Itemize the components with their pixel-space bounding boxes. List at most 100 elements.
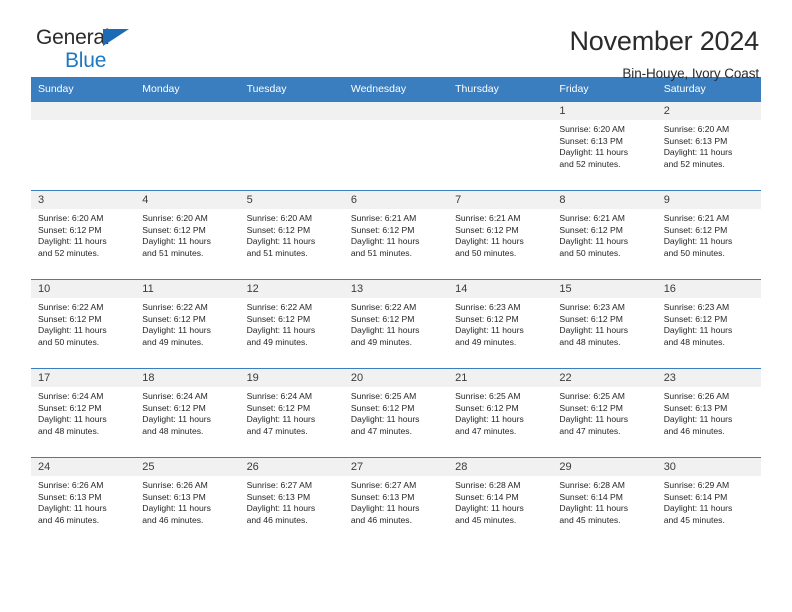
- daylight-duration: and 45 minutes.: [559, 515, 621, 526]
- daylight-duration: Daylight: 11 hours: [559, 147, 629, 158]
- day-details: Sunrise: 6:25 AM Sunset: 6:12 PM Daylight:…: [552, 387, 656, 438]
- calendar-day-cell[interactable]: 5 Sunrise: 6:20 AM Sunset: 6:12 PM Daylight…: [239, 190, 344, 280]
- daylight-duration: and 47 minutes.: [350, 426, 412, 437]
- calendar-day-cell[interactable]: 7 Sunrise: 6:21 AM Sunset: 6:12 PM Daylight…: [448, 190, 553, 280]
- sunset-time: Sunset: 6:12 PM: [246, 402, 311, 413]
- calendar-day-cell[interactable]: 4 Sunrise: 6:20 AM Sunset: 6:12 PM Daylight…: [135, 190, 240, 280]
- day-details: Sunrise: 6:29 AM Sunset: 6:14 PM Daylight:…: [657, 476, 761, 527]
- sunrise-time: Sunrise: 6:23 AM: [455, 302, 521, 312]
- calendar-day-cell[interactable]: 8 Sunrise: 6:21 AM Sunset: 6:12 PM Daylight…: [552, 190, 657, 280]
- calendar-day-cell[interactable]: 6 Sunrise: 6:21 AM Sunset: 6:12 PM Daylight…: [343, 190, 449, 280]
- calendar-week-row: 17 Sunrise: 6:24 AM Sunset: 6:12 PM Dayligh…: [31, 368, 761, 458]
- calendar-day-cell[interactable]: 15 Sunrise: 6:23 AM Sunset: 6:12 PM Dayligh…: [552, 279, 657, 369]
- calendar-day-cell-empty: [239, 101, 344, 191]
- calendar-day-cell[interactable]: 20 Sunrise: 6:25 AM Sunset: 6:12 PM Dayligh…: [343, 368, 449, 458]
- calendar-day-cell[interactable]: 23 Sunrise: 6:26 AM Sunset: 6:13 PM Dayligh…: [656, 368, 761, 458]
- sunset-time: Sunset: 6:12 PM: [38, 313, 102, 324]
- daylight-duration: and 46 minutes.: [38, 515, 100, 526]
- calendar-day-cell[interactable]: 19 Sunrise: 6:24 AM Sunset: 6:12 PM Dayligh…: [239, 368, 344, 458]
- calendar-week-row: 1 Sunrise: 6:20 AM Sunset: 6:13 PM Daylight…: [31, 101, 761, 191]
- calendar-day-cell[interactable]: 27 Sunrise: 6:27 AM Sunset: 6:13 PM Dayligh…: [343, 457, 449, 547]
- daylight-duration: Daylight: 11 hours: [246, 236, 316, 247]
- daylight-duration: Daylight: 11 hours: [142, 236, 211, 247]
- daylight-duration: Daylight: 11 hours: [663, 503, 733, 514]
- daylight-duration: and 50 minutes.: [559, 248, 621, 259]
- weekday-header-wednesday: Wednesday: [343, 77, 449, 102]
- sunset-time: Sunset: 6:13 PM: [663, 402, 728, 413]
- calendar-day-cell[interactable]: 26 Sunrise: 6:27 AM Sunset: 6:13 PM Dayligh…: [239, 457, 344, 547]
- sunset-time: Sunset: 6:12 PM: [455, 313, 519, 324]
- calendar-week-row: 3 Sunrise: 6:20 AM Sunset: 6:12 PM Daylight…: [31, 190, 761, 280]
- day-details: Sunrise: 6:20 AM Sunset: 6:12 PM Daylight:…: [135, 209, 239, 260]
- day-number: 3: [31, 191, 136, 209]
- calendar-day-cell[interactable]: 10 Sunrise: 6:22 AM Sunset: 6:12 PM Dayligh…: [31, 279, 136, 369]
- calendar-day-cell[interactable]: 1 Sunrise: 6:20 AM Sunset: 6:13 PM Daylight…: [552, 101, 657, 191]
- day-details: Sunrise: 6:21 AM Sunset: 6:12 PM Daylight:…: [657, 209, 761, 260]
- sunset-time: Sunset: 6:12 PM: [559, 313, 623, 324]
- logo-triangle-icon: [103, 29, 129, 46]
- day-number: 21: [448, 369, 553, 387]
- sunset-time: Sunset: 6:13 PM: [246, 491, 311, 502]
- daylight-duration: and 47 minutes.: [246, 426, 308, 437]
- daylight-duration: Daylight: 11 hours: [559, 414, 629, 425]
- sunrise-time: Sunrise: 6:22 AM: [246, 302, 313, 312]
- day-details: Sunrise: 6:21 AM Sunset: 6:12 PM Daylight:…: [552, 209, 656, 260]
- calendar-day-cell[interactable]: 2 Sunrise: 6:20 AM Sunset: 6:13 PM Daylight…: [656, 101, 761, 191]
- day-details: Sunrise: 6:24 AM Sunset: 6:12 PM Daylight:…: [31, 387, 135, 438]
- calendar-day-cell[interactable]: 17 Sunrise: 6:24 AM Sunset: 6:12 PM Dayligh…: [31, 368, 136, 458]
- daylight-duration: Daylight: 11 hours: [455, 414, 524, 425]
- daylight-duration: and 51 minutes.: [350, 248, 412, 259]
- daylight-duration: and 46 minutes.: [663, 426, 725, 437]
- day-details: Sunrise: 6:27 AM Sunset: 6:13 PM Daylight:…: [344, 476, 448, 527]
- day-number: [135, 102, 240, 120]
- day-number: 11: [135, 280, 240, 298]
- daylight-duration: Daylight: 11 hours: [38, 325, 107, 336]
- title-block: November 2024 Bin-Houye, Ivory Coast: [569, 26, 761, 80]
- sunrise-time: Sunrise: 6:20 AM: [142, 213, 208, 223]
- calendar-week-row: 10 Sunrise: 6:22 AM Sunset: 6:12 PM Dayligh…: [31, 279, 761, 369]
- calendar-day-cell[interactable]: 11 Sunrise: 6:22 AM Sunset: 6:12 PM Dayligh…: [135, 279, 240, 369]
- daylight-duration: Daylight: 11 hours: [142, 325, 211, 336]
- general-blue-logo[interactable]: General Blue: [31, 27, 141, 75]
- sunrise-time: Sunrise: 6:26 AM: [142, 480, 208, 490]
- day-number: 23: [656, 369, 761, 387]
- calendar-day-cell[interactable]: 3 Sunrise: 6:20 AM Sunset: 6:12 PM Daylight…: [31, 190, 136, 280]
- calendar-day-cell[interactable]: 21 Sunrise: 6:25 AM Sunset: 6:12 PM Dayligh…: [448, 368, 553, 458]
- calendar-day-cell[interactable]: 29 Sunrise: 6:28 AM Sunset: 6:14 PM Dayligh…: [552, 457, 657, 547]
- calendar-day-cell[interactable]: 14 Sunrise: 6:23 AM Sunset: 6:12 PM Dayligh…: [448, 279, 553, 369]
- sunrise-time: Sunrise: 6:20 AM: [38, 213, 104, 223]
- day-details: Sunrise: 6:20 AM Sunset: 6:13 PM Daylight:…: [552, 120, 656, 171]
- day-details: Sunrise: 6:20 AM Sunset: 6:13 PM Daylight:…: [657, 120, 761, 171]
- calendar-day-cell[interactable]: 16 Sunrise: 6:23 AM Sunset: 6:12 PM Dayligh…: [656, 279, 761, 369]
- calendar-day-cell[interactable]: 12 Sunrise: 6:22 AM Sunset: 6:12 PM Dayligh…: [239, 279, 344, 369]
- daylight-duration: and 52 minutes.: [663, 159, 725, 170]
- calendar-day-cell[interactable]: 13 Sunrise: 6:22 AM Sunset: 6:12 PM Dayligh…: [343, 279, 449, 369]
- day-number: 8: [552, 191, 657, 209]
- day-details: Sunrise: 6:21 AM Sunset: 6:12 PM Daylight:…: [448, 209, 552, 260]
- daylight-duration: and 47 minutes.: [455, 426, 517, 437]
- calendar-day-cell-empty: [135, 101, 240, 191]
- calendar-day-cell[interactable]: 28 Sunrise: 6:28 AM Sunset: 6:14 PM Dayligh…: [448, 457, 553, 547]
- daylight-duration: Daylight: 11 hours: [246, 503, 316, 514]
- sunrise-time: Sunrise: 6:27 AM: [350, 480, 417, 490]
- day-number: [31, 102, 136, 120]
- sunrise-time: Sunrise: 6:24 AM: [38, 391, 104, 401]
- calendar-day-cell[interactable]: 18 Sunrise: 6:24 AM Sunset: 6:12 PM Dayligh…: [135, 368, 240, 458]
- day-number: 2: [656, 102, 761, 120]
- calendar-page: General Blue November 2024 Bin-Houye, Iv…: [0, 0, 792, 612]
- day-number: 28: [448, 458, 553, 476]
- daylight-duration: Daylight: 11 hours: [246, 414, 316, 425]
- calendar-day-cell[interactable]: 25 Sunrise: 6:26 AM Sunset: 6:13 PM Dayligh…: [135, 457, 240, 547]
- calendar-day-cell[interactable]: 9 Sunrise: 6:21 AM Sunset: 6:12 PM Daylight…: [656, 190, 761, 280]
- day-number: 7: [448, 191, 553, 209]
- day-details: Sunrise: 6:25 AM Sunset: 6:12 PM Daylight:…: [344, 387, 448, 438]
- day-number: 9: [656, 191, 761, 209]
- sunrise-time: Sunrise: 6:23 AM: [663, 302, 730, 312]
- calendar-day-cell[interactable]: 22 Sunrise: 6:25 AM Sunset: 6:12 PM Dayligh…: [552, 368, 657, 458]
- daylight-duration: Daylight: 11 hours: [350, 414, 420, 425]
- calendar-day-cell[interactable]: 24 Sunrise: 6:26 AM Sunset: 6:13 PM Dayligh…: [31, 457, 136, 547]
- calendar-week-row: 24 Sunrise: 6:26 AM Sunset: 6:13 PM Dayligh…: [31, 457, 761, 547]
- day-number: 10: [31, 280, 136, 298]
- sunset-time: Sunset: 6:12 PM: [142, 224, 206, 235]
- calendar-day-cell[interactable]: 30 Sunrise: 6:29 AM Sunset: 6:14 PM Dayligh…: [656, 457, 761, 547]
